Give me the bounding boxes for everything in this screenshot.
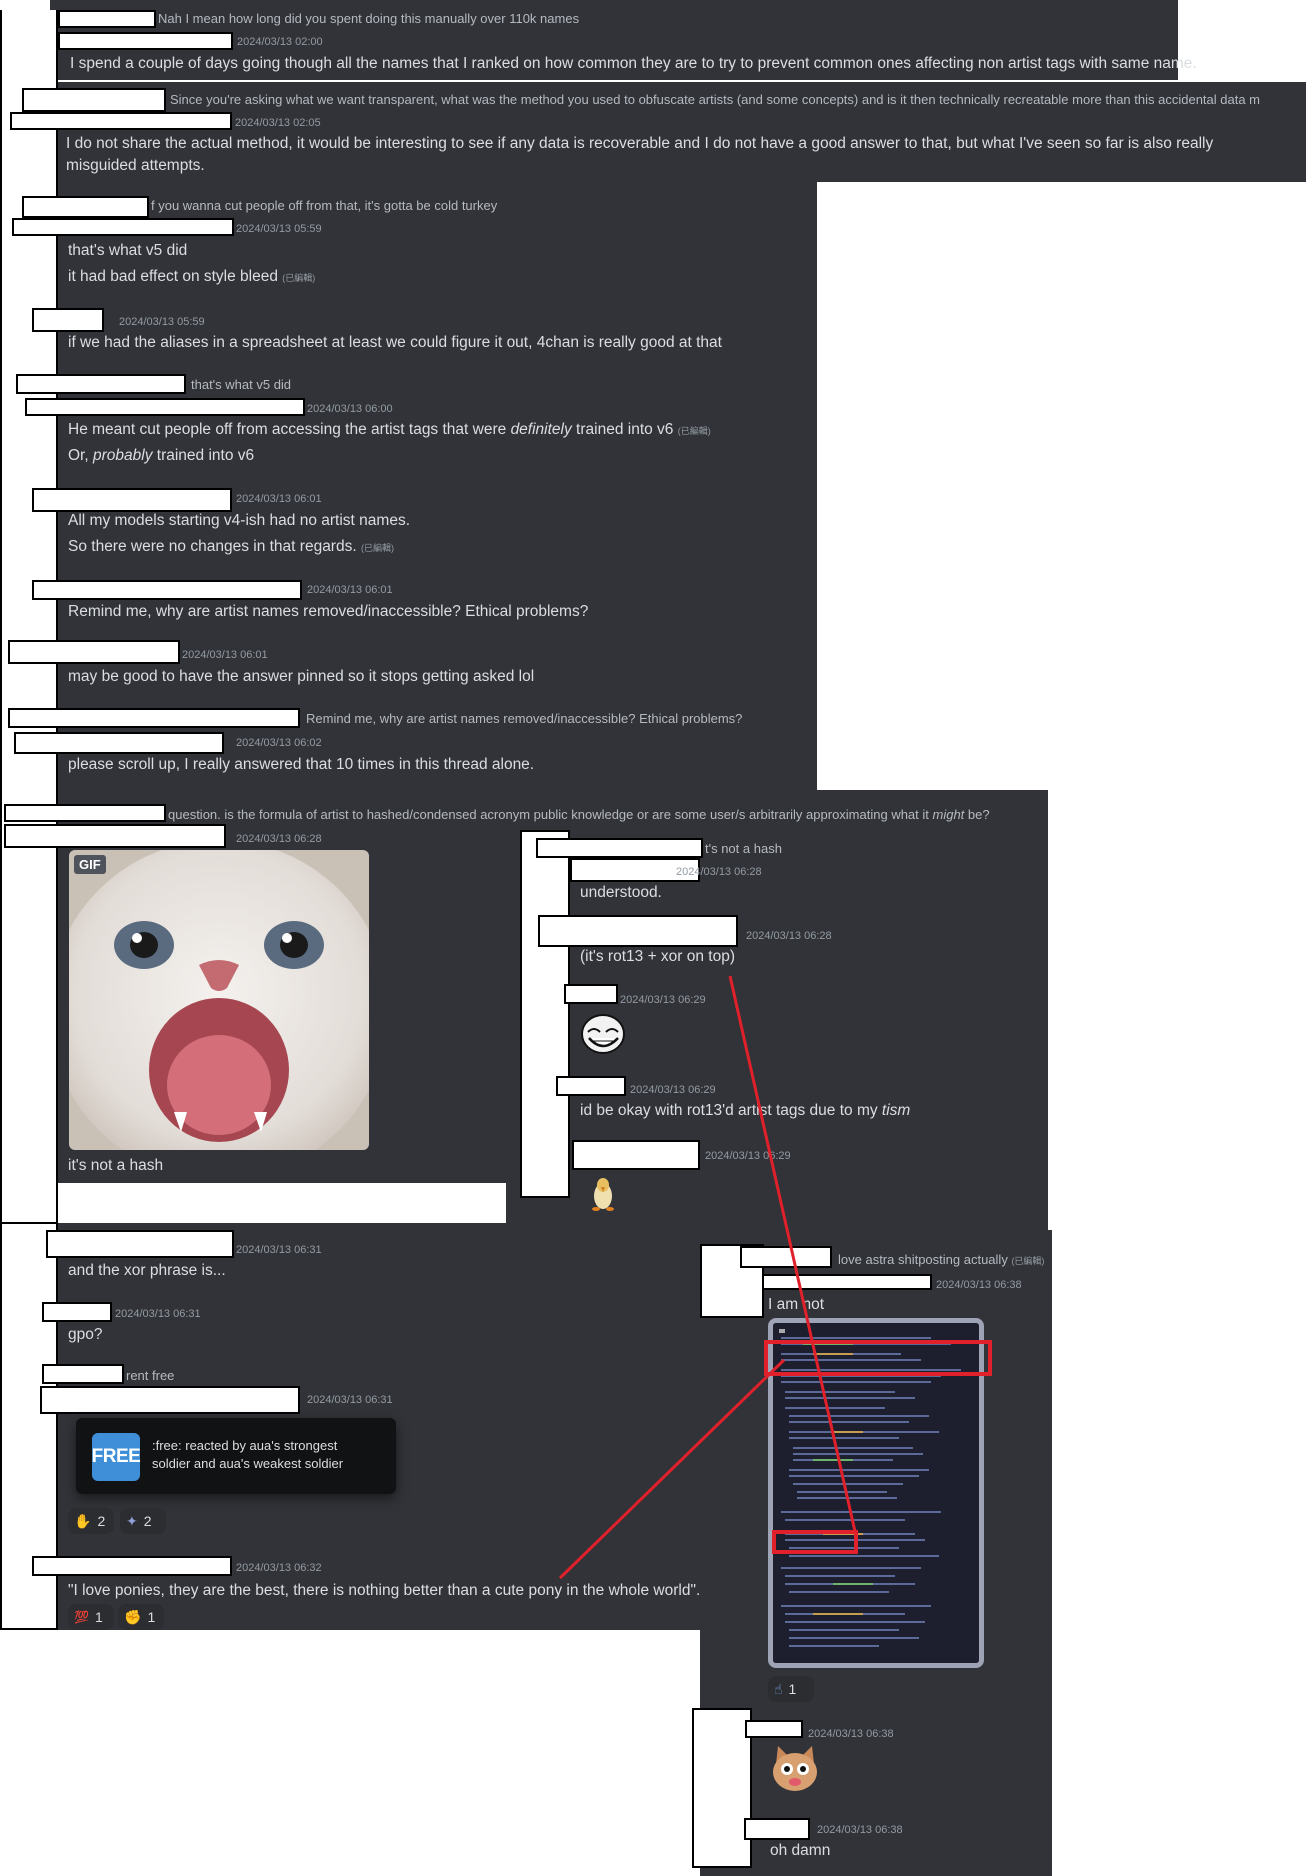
annotation-arrow bbox=[728, 975, 858, 1537]
annotation-arrow bbox=[558, 1358, 786, 1580]
highlight-box bbox=[764, 1340, 992, 1376]
annotation-overlay bbox=[558, 975, 992, 1580]
highlight-box bbox=[772, 1530, 858, 1554]
